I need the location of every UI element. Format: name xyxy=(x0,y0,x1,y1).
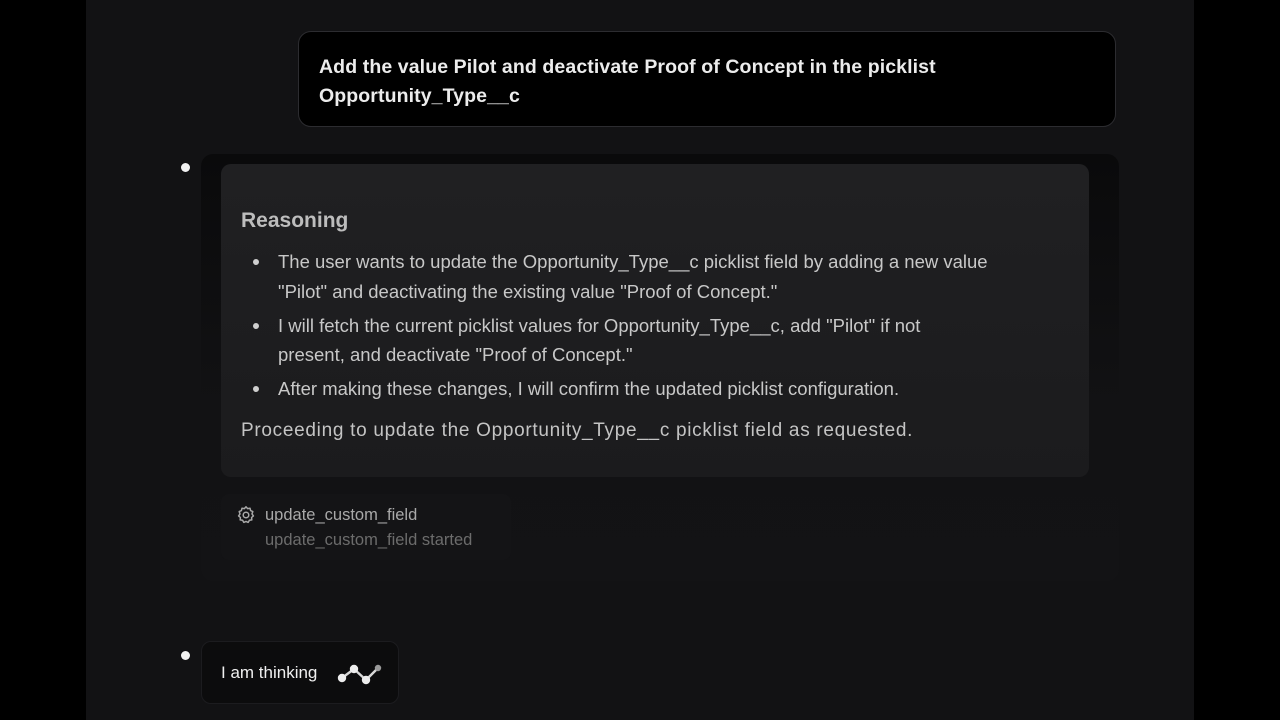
user-message-text: Add the value Pilot and deactivate Proof… xyxy=(319,53,1095,111)
user-message-line: Opportunity_Type__c xyxy=(319,85,520,107)
thinking-dots-icon xyxy=(337,664,382,685)
reasoning-summary: Proceeding to update the Opportunity_Typ… xyxy=(241,419,914,441)
reasoning-list-item: I will fetch the current picklist values… xyxy=(241,311,1069,370)
reasoning-item-line: "Pilot" and deactivating the existing va… xyxy=(278,280,778,302)
thinking-message-marker xyxy=(181,651,190,660)
gear-icon xyxy=(237,506,255,524)
reasoning-item-line: After making these changes, I will confi… xyxy=(278,378,900,399)
user-message-bubble: Add the value Pilot and deactivate Proof… xyxy=(298,31,1116,127)
assistant-message-marker xyxy=(181,163,190,172)
user-message-line: Add the value Pilot and deactivate Proof… xyxy=(319,56,936,78)
chat-column[interactable]: Add the value Pilot and deactivate Proof… xyxy=(86,0,1194,720)
list-bullet xyxy=(253,259,259,265)
reasoning-title: Reasoning xyxy=(241,209,349,232)
reasoning-item-line: present, and deactivate "Proof of Concep… xyxy=(278,344,633,365)
reasoning-item-line: I will fetch the current picklist values… xyxy=(278,314,921,336)
reasoning-card: Reasoning The user wants to update the O… xyxy=(221,164,1089,477)
list-bullet xyxy=(253,386,259,392)
tool-call-card[interactable]: update_custom_field update_custom_field … xyxy=(221,494,511,560)
reasoning-list: The user wants to update the Opportunity… xyxy=(241,247,1069,404)
thinking-label: I am thinking xyxy=(221,663,318,682)
assistant-message: Reasoning The user wants to update the O… xyxy=(201,154,1119,581)
list-bullet xyxy=(253,322,259,329)
reasoning-item-line: The user wants to update the Opportunity… xyxy=(278,251,988,272)
app-frame: Add the value Pilot and deactivate Proof… xyxy=(0,0,1280,720)
reasoning-list-item: After making these changes, I will confi… xyxy=(241,374,1069,404)
reasoning-list-item: The user wants to update the Opportunity… xyxy=(241,247,1069,306)
tool-call-status: update_custom_field started xyxy=(265,531,473,549)
thinking-indicator: I am thinking xyxy=(201,641,399,704)
tool-call-name: update_custom_field xyxy=(265,506,418,524)
